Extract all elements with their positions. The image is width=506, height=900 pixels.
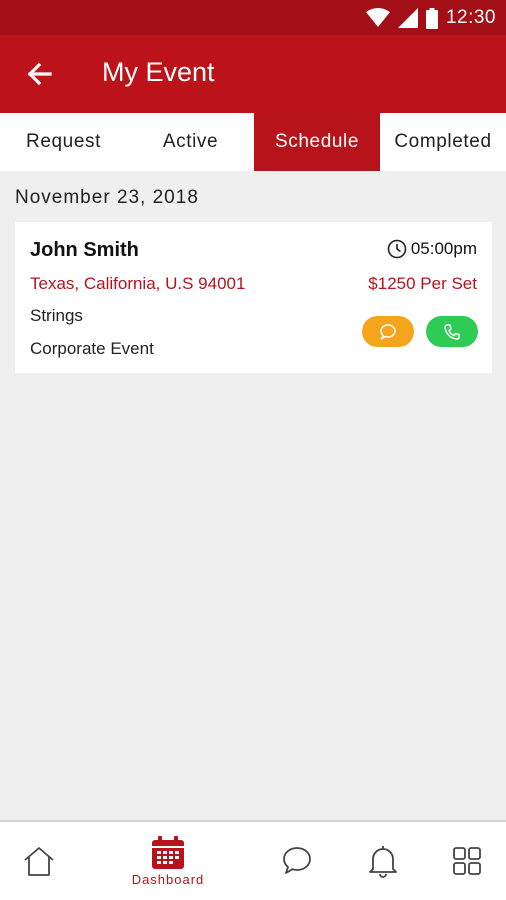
- event-genre: Strings: [30, 306, 83, 325]
- call-button[interactable]: [426, 316, 478, 347]
- bottom-nav: Dashboard: [0, 820, 506, 900]
- nav-dashboard[interactable]: Dashboard: [122, 822, 214, 900]
- nav-home[interactable]: [12, 822, 66, 900]
- chat-icon: [283, 847, 311, 874]
- schedule-date: November 23, 2018: [15, 187, 199, 208]
- tab-bar: Request Active Schedule Completed: [0, 113, 506, 171]
- event-price: $1250 Per Set: [368, 274, 477, 293]
- tab-request[interactable]: Request: [0, 113, 127, 171]
- nav-chat[interactable]: [270, 822, 324, 900]
- phone-icon: [444, 323, 460, 340]
- clock-icon: [387, 239, 407, 259]
- event-location: Texas, California, U.S 94001: [30, 274, 246, 293]
- app-bar: My Event: [0, 35, 506, 113]
- chat-bubble-icon: [380, 323, 396, 340]
- back-button[interactable]: [22, 59, 56, 89]
- status-icons: 12:30: [365, 7, 496, 29]
- client-name: John Smith: [30, 239, 139, 261]
- cell-signal-icon: [397, 8, 418, 28]
- event-time-text: 05:00pm: [410, 239, 477, 258]
- tab-active[interactable]: Active: [127, 113, 254, 171]
- page-title: My Event: [102, 57, 215, 87]
- wifi-icon: [365, 8, 390, 27]
- bell-icon: [369, 846, 397, 878]
- status-bar: 12:30: [0, 0, 506, 35]
- nav-dashboard-label: Dashboard: [131, 871, 205, 887]
- event-time: 05:00pm: [387, 239, 477, 259]
- calendar-icon: [152, 835, 184, 869]
- event-card[interactable]: John Smith 05:00pm Texas, California, U.…: [15, 222, 492, 373]
- tab-schedule[interactable]: Schedule: [254, 113, 380, 171]
- battery-icon: [425, 7, 438, 29]
- chat-button[interactable]: [362, 316, 414, 347]
- nav-notifications[interactable]: [356, 822, 410, 900]
- arrow-left-icon: [27, 62, 52, 86]
- home-icon: [24, 847, 54, 876]
- event-type: Corporate Event: [30, 339, 154, 358]
- status-time: 12:30: [445, 7, 496, 28]
- tab-completed[interactable]: Completed: [380, 113, 506, 171]
- grid-icon: [453, 847, 481, 875]
- nav-menu[interactable]: [440, 822, 494, 900]
